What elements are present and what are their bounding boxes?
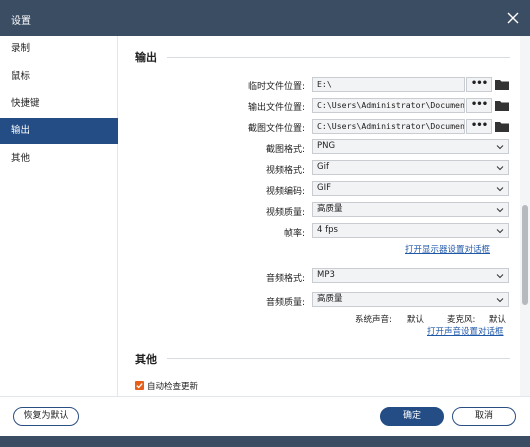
audio-quality-select[interactable]: 高质量 bbox=[312, 292, 509, 307]
sidebar-item-mouse[interactable]: 鼠标 bbox=[0, 64, 118, 90]
video-codec-value: GIF bbox=[317, 183, 331, 193]
settings-sidebar: 录制 鼠标 快捷键 输出 其他 bbox=[0, 36, 118, 396]
video-codec-select[interactable]: GIF bbox=[312, 181, 509, 196]
sidebar-item-record[interactable]: 录制 bbox=[0, 36, 118, 62]
system-sound-label: 系统声音: bbox=[355, 315, 392, 325]
video-format-value: Gif bbox=[317, 162, 329, 172]
check-icon bbox=[136, 383, 143, 389]
screenshot-format-value: PNG bbox=[317, 141, 336, 151]
video-quality-select[interactable]: 高质量 bbox=[312, 202, 509, 217]
frame-rate-select[interactable]: 4 fps bbox=[312, 223, 509, 238]
folder-icon[interactable] bbox=[495, 121, 509, 132]
folder-icon[interactable] bbox=[495, 79, 509, 90]
chevron-down-icon bbox=[496, 145, 504, 150]
temp-folder-label: 临时文件位置: bbox=[247, 82, 305, 92]
other-heading: 其他 bbox=[135, 353, 157, 366]
auto-update-checkbox[interactable] bbox=[135, 381, 144, 390]
sidebar-item-label: 快捷键 bbox=[11, 98, 40, 109]
sidebar-item-label: 录制 bbox=[11, 43, 31, 54]
sidebar-item-label: 输出 bbox=[11, 125, 31, 136]
folder-icon[interactable] bbox=[495, 100, 509, 111]
settings-content: 输出 临时文件位置: E:\ ••• 输出文件位置: C:\Users\Admi… bbox=[119, 36, 519, 396]
audio-quality-value: 高质量 bbox=[317, 294, 343, 304]
section-divider bbox=[167, 57, 510, 58]
microphone-label: 麦克风: bbox=[447, 315, 476, 325]
audio-quality-label: 音频质量: bbox=[265, 298, 305, 308]
chevron-down-icon bbox=[496, 208, 504, 213]
sidebar-item-hotkeys[interactable]: 快捷键 bbox=[0, 91, 118, 117]
frame-rate-value: 4 fps bbox=[317, 225, 338, 235]
sidebar-item-label: 其他 bbox=[11, 153, 31, 164]
output-folder-browse-button[interactable]: ••• bbox=[466, 98, 492, 113]
audio-format-value: MP3 bbox=[317, 270, 335, 280]
video-format-label: 视频格式: bbox=[265, 166, 305, 176]
frame-rate-label: 帧率: bbox=[283, 229, 305, 239]
title-bar: 设置 bbox=[0, 0, 530, 36]
open-display-settings-link[interactable]: 打开显示器设置对话框 bbox=[405, 243, 490, 255]
output-heading: 输出 bbox=[135, 51, 157, 64]
screenshot-folder-label: 截图文件位置: bbox=[247, 124, 305, 134]
sidebar-item-label: 鼠标 bbox=[11, 71, 31, 82]
ok-button[interactable]: 确定 bbox=[380, 407, 444, 426]
system-sound-value: 默认 bbox=[407, 315, 425, 325]
screenshot-format-label: 截图格式: bbox=[265, 145, 305, 155]
screenshot-folder-browse-button[interactable]: ••• bbox=[466, 119, 492, 134]
cancel-button[interactable]: 取消 bbox=[452, 407, 516, 426]
sidebar-item-output[interactable]: 输出 bbox=[0, 118, 118, 144]
video-codec-label: 视频编码: bbox=[265, 187, 305, 197]
audio-format-label: 音频格式: bbox=[265, 274, 305, 284]
section-divider bbox=[167, 358, 510, 359]
output-folder-label: 输出文件位置: bbox=[247, 103, 305, 113]
temp-folder-browse-button[interactable]: ••• bbox=[466, 77, 492, 92]
auto-update-label: 自动检查更新 bbox=[147, 382, 199, 392]
video-format-select[interactable]: Gif bbox=[312, 160, 509, 175]
microphone-value: 默认 bbox=[489, 315, 507, 325]
screenshot-folder-field[interactable]: C:\Users\Administrator\Documents bbox=[312, 119, 465, 134]
close-icon[interactable] bbox=[506, 11, 520, 25]
screenshot-format-select[interactable]: PNG bbox=[312, 139, 509, 154]
reset-default-button[interactable]: 恢复为默认 bbox=[13, 407, 79, 426]
output-folder-field[interactable]: C:\Users\Administrator\Documents bbox=[312, 98, 465, 113]
open-sound-settings-link[interactable]: 打开声音设置对话框 bbox=[427, 325, 504, 337]
chevron-down-icon bbox=[496, 187, 504, 192]
scrollbar-thumb[interactable] bbox=[522, 205, 528, 305]
temp-folder-field[interactable]: E:\ bbox=[312, 77, 465, 92]
chevron-down-icon bbox=[496, 274, 504, 279]
video-quality-value: 高质量 bbox=[317, 204, 343, 214]
video-quality-label: 视频质量: bbox=[265, 208, 305, 218]
chevron-down-icon bbox=[496, 166, 504, 171]
sidebar-item-other[interactable]: 其他 bbox=[0, 146, 118, 172]
bottom-bar bbox=[0, 436, 530, 447]
chevron-down-icon bbox=[496, 229, 504, 234]
audio-format-select[interactable]: MP3 bbox=[312, 268, 509, 283]
window-title: 设置 bbox=[11, 16, 31, 27]
chevron-down-icon bbox=[496, 298, 504, 303]
